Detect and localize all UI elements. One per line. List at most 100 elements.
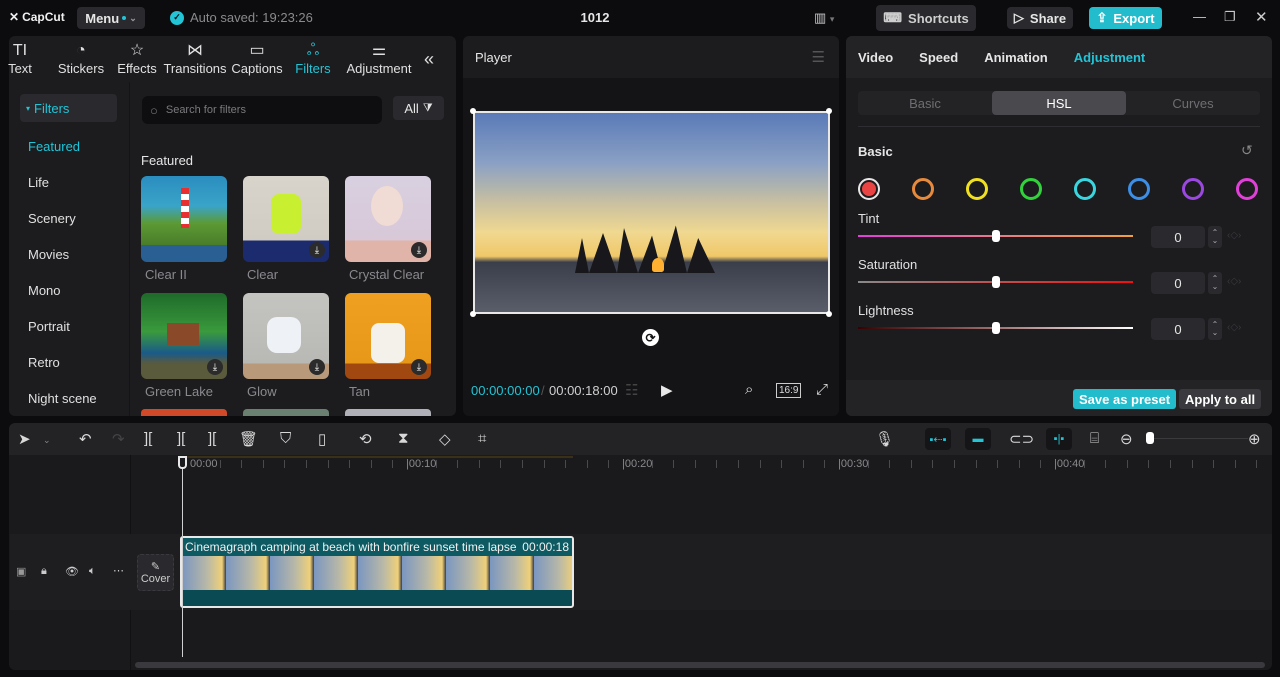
video-clip[interactable]: Cinemagraph camping at beach with bonfir… xyxy=(180,536,574,608)
hsl-color-swatch[interactable] xyxy=(1182,178,1204,200)
collapse-panel-button[interactable]: « xyxy=(419,36,439,82)
category-scenery[interactable]: Scenery xyxy=(28,211,76,226)
split-right-icon[interactable]: ][ xyxy=(208,430,216,447)
hsl-color-swatch[interactable] xyxy=(858,178,880,200)
marker-icon[interactable]: ⛉ xyxy=(280,430,291,447)
shortcuts-button[interactable]: ⌨ Shortcuts xyxy=(876,5,976,31)
chevron-down-icon[interactable]: ⌄ xyxy=(43,435,51,446)
subtab-hsl[interactable]: HSL xyxy=(992,91,1126,115)
tab-stickers[interactable]: ◔ Stickers xyxy=(53,36,109,82)
more-options-icon[interactable]: ⋯ xyxy=(113,564,124,577)
filter-search-input[interactable]: ○ Search for filters xyxy=(142,96,382,124)
filter-thumb-glow[interactable]: ⤓ xyxy=(243,293,329,379)
tab-video[interactable]: Video xyxy=(858,50,893,65)
rotate-icon[interactable]: ⟳ xyxy=(642,329,659,346)
subtab-curves[interactable]: Curves xyxy=(1126,91,1260,115)
project-title[interactable]: 1012 xyxy=(560,10,630,25)
layout-icon[interactable]: ▥ ▾ xyxy=(814,10,834,26)
menu-button[interactable]: Menu ⌄ xyxy=(77,7,145,29)
filter-thumb-crystal-clear[interactable]: ⤓ xyxy=(345,176,431,262)
category-night-scene[interactable]: Night scene xyxy=(28,391,97,406)
tint-value-input[interactable]: 0 xyxy=(1151,226,1205,248)
timeline-ruler-icon[interactable]: ⌸ xyxy=(1090,430,1099,447)
minimize-button[interactable]: — xyxy=(1193,9,1206,24)
close-button[interactable]: ✕ xyxy=(1255,8,1268,26)
zoom-in-icon[interactable]: ⊕ xyxy=(1248,430,1261,448)
playhead-line[interactable] xyxy=(182,465,183,657)
saturation-stepper[interactable]: ⌃ ⌄ xyxy=(1208,272,1222,294)
split-left-icon[interactable]: ][ xyxy=(177,430,185,447)
restore-button[interactable]: ❐ xyxy=(1224,9,1236,25)
category-movies[interactable]: Movies xyxy=(28,247,69,262)
reset-icon[interactable]: ↺ xyxy=(1241,142,1253,159)
undo-icon[interactable]: ↶ xyxy=(79,430,92,448)
playhead-handle[interactable] xyxy=(178,456,187,469)
download-icon[interactable]: ⤓ xyxy=(309,242,325,258)
hamburger-menu-icon[interactable]: ☰ xyxy=(812,48,825,66)
category-portrait[interactable]: Portrait xyxy=(28,319,70,334)
filter-all-dropdown[interactable]: All ⧩ xyxy=(393,96,444,120)
timeline-zoom-slider[interactable] xyxy=(1150,438,1248,439)
download-icon[interactable]: ⤓ xyxy=(411,242,427,258)
resize-handle[interactable] xyxy=(470,108,476,114)
download-icon[interactable]: ⤓ xyxy=(207,359,223,375)
filter-thumb-tan[interactable]: ⤓ xyxy=(345,293,431,379)
lock-icon[interactable]: 🔒︎ xyxy=(41,565,47,578)
download-icon[interactable]: ⤓ xyxy=(309,359,325,375)
filter-thumb-clear-ii[interactable] xyxy=(141,176,227,262)
tab-filters[interactable]: ஃ Filters xyxy=(295,36,331,82)
hsl-color-swatch[interactable] xyxy=(966,178,988,200)
tab-adjustment[interactable]: ⚌ Adjustment xyxy=(345,36,413,82)
apply-to-all-button[interactable]: Apply to all xyxy=(1179,389,1262,409)
eye-icon[interactable]: 👁︎ xyxy=(65,565,79,578)
freeze-frame-icon[interactable]: ▯ xyxy=(318,430,326,448)
tab-effects[interactable]: ☆ Effects xyxy=(115,36,159,82)
filters-section-header[interactable]: ▾ Filters xyxy=(20,94,117,122)
saturation-value-input[interactable]: 0 xyxy=(1151,272,1205,294)
download-icon[interactable]: ⤓ xyxy=(411,359,427,375)
save-as-preset-button[interactable]: Save as preset xyxy=(1073,389,1177,409)
resize-handle[interactable] xyxy=(826,108,832,114)
filter-thumb-green-lake[interactable]: ⤓ xyxy=(141,293,227,379)
tab-speed[interactable]: Speed xyxy=(919,50,958,65)
reverse-play-icon[interactable]: ⟲ xyxy=(359,430,372,448)
hsl-color-swatch[interactable] xyxy=(1020,178,1042,200)
aspect-ratio-button[interactable]: 16:9 xyxy=(776,383,802,398)
tab-adjustment[interactable]: Adjustment xyxy=(1074,50,1146,65)
video-preview[interactable] xyxy=(473,111,830,314)
microphone-icon[interactable]: 🎙 xyxy=(875,430,894,448)
hsl-color-swatch[interactable] xyxy=(1074,178,1096,200)
export-button[interactable]: ⇪ Export xyxy=(1089,7,1162,29)
tint-stepper[interactable]: ⌃ ⌄ xyxy=(1208,226,1222,248)
mirror-icon[interactable]: ⧗ xyxy=(398,430,409,447)
waveform-icon[interactable]: ☷ xyxy=(625,381,638,399)
saturation-slider-handle[interactable] xyxy=(991,276,1000,288)
tint-slider-handle[interactable] xyxy=(991,230,1000,242)
lightness-value-input[interactable]: 0 xyxy=(1151,318,1205,340)
filter-thumb-clear[interactable]: ⤓ xyxy=(243,176,329,262)
tab-transitions[interactable]: ⋈ Transitions xyxy=(163,36,227,82)
preview-axis-toggle[interactable]: ▪|▪ xyxy=(1046,428,1072,450)
magnet-link-toggle[interactable]: ▪⇠▪ xyxy=(925,428,951,450)
zoom-out-icon[interactable]: ⊖ xyxy=(1120,430,1133,448)
lightness-stepper[interactable]: ⌃ ⌄ xyxy=(1208,318,1222,340)
zoom-fit-icon[interactable]: ⌕ xyxy=(745,381,753,398)
play-button[interactable]: ▶ xyxy=(661,381,673,399)
lightness-slider-handle[interactable] xyxy=(991,322,1000,334)
crop-icon[interactable]: ⌗ xyxy=(478,430,486,447)
category-mono[interactable]: Mono xyxy=(28,283,61,298)
tab-captions[interactable]: ▭ Captions xyxy=(231,36,283,82)
speaker-icon[interactable]: 🔈︎ xyxy=(89,565,96,578)
fullscreen-icon[interactable]: ⤢ xyxy=(816,381,828,398)
tab-animation[interactable]: Animation xyxy=(984,50,1048,65)
link-icon[interactable]: ⊂⊃ xyxy=(1009,430,1034,448)
timeline-zoom-handle[interactable] xyxy=(1146,432,1154,444)
split-icon[interactable]: ][ xyxy=(144,430,152,447)
share-button[interactable]: ▷ Share xyxy=(1007,7,1073,29)
category-retro[interactable]: Retro xyxy=(28,355,60,370)
hsl-color-swatch[interactable] xyxy=(1236,178,1258,200)
rotate-clip-icon[interactable]: ◇ xyxy=(439,430,451,448)
subtab-basic[interactable]: Basic xyxy=(858,91,992,115)
timeline-horizontal-scrollbar[interactable] xyxy=(135,662,1265,668)
select-cursor-icon[interactable]: ➤ xyxy=(18,430,31,448)
